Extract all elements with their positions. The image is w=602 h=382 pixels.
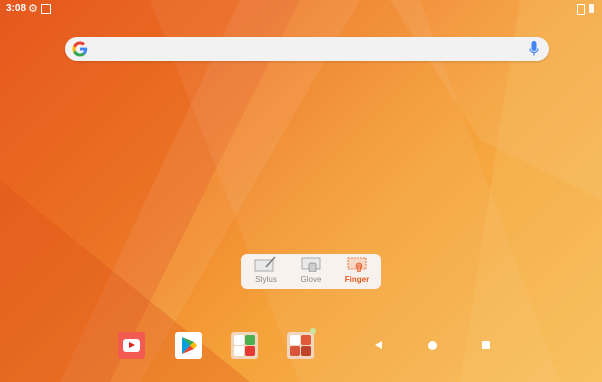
- youtube-icon[interactable]: [118, 332, 145, 359]
- play-store-glyph: [182, 337, 197, 354]
- sim-icon: [577, 4, 585, 15]
- glove-label: Glove: [300, 275, 322, 284]
- google-folder-icon[interactable]: [231, 332, 258, 359]
- stylus-icon: [254, 256, 276, 272]
- glove-icon: [301, 257, 321, 272]
- stylus-label: Stylus: [255, 275, 277, 284]
- gallery-app-icon: [290, 346, 300, 356]
- apps-folder-icon[interactable]: [287, 332, 314, 359]
- touch-mode-panel: Stylus Glove Finger: [241, 254, 381, 289]
- home-icon[interactable]: [428, 341, 437, 350]
- stylus-mode-button[interactable]: Stylus: [244, 256, 288, 289]
- youtube-mini-icon: [245, 346, 255, 356]
- gear-icon: ⚙: [28, 3, 38, 15]
- google-search-bar[interactable]: [65, 37, 549, 61]
- back-icon[interactable]: [375, 341, 382, 349]
- status-icons: [577, 4, 594, 15]
- battery-icon: [589, 4, 594, 13]
- status-time: 3:08: [6, 3, 27, 14]
- google-app-icon: [234, 335, 244, 345]
- screenshot-icon: [41, 4, 51, 14]
- mic-icon[interactable]: [529, 41, 539, 57]
- store-app-icon: [301, 346, 311, 356]
- finger-mode-button[interactable]: Finger: [335, 256, 379, 289]
- google-g-icon: [72, 41, 88, 57]
- finger-label: Finger: [344, 275, 370, 284]
- status-bar: 3:08 ⚙: [0, 0, 602, 18]
- tools-app-icon: [290, 335, 300, 345]
- chrome-app-icon: [245, 335, 255, 345]
- play-store-icon[interactable]: [175, 332, 202, 359]
- camera-app-icon: [301, 335, 311, 345]
- glove-mode-button[interactable]: Glove: [289, 256, 333, 289]
- recents-icon[interactable]: [482, 341, 490, 349]
- notification-dot: [310, 328, 316, 334]
- finger-icon: [347, 257, 367, 272]
- maps-app-icon: [234, 346, 244, 356]
